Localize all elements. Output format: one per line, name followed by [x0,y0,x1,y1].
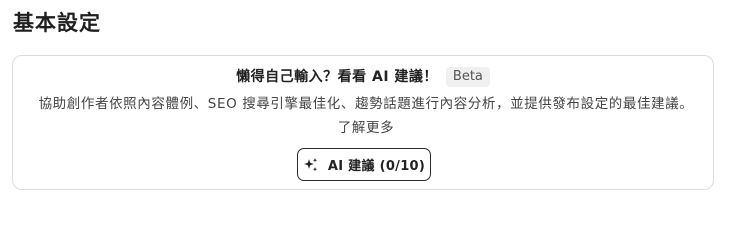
beta-badge: Beta [445,67,490,87]
ai-suggestion-card: 懶得自己輸入？看看 AI 建議！ Beta 協助創作者依照內容體例、SEO 搜尋引… [12,55,714,190]
ai-suggestion-headline: 懶得自己輸入？看看 AI 建議！ Beta [13,67,713,87]
ai-suggestion-button[interactable]: AI 建議 (0/10) [297,148,431,181]
sparkle-icon [303,157,319,173]
headline-text: 懶得自己輸入？看看 AI 建議！ [236,69,438,85]
ai-suggestion-button-label: AI 建議 (0/10) [327,159,426,174]
section-title: 基本設定 [13,11,101,35]
ai-suggestion-description: 協助創作者依照內容體例、SEO 搜尋引擎最佳化、趨勢話題進行內容分析，並提供發布… [38,96,694,136]
